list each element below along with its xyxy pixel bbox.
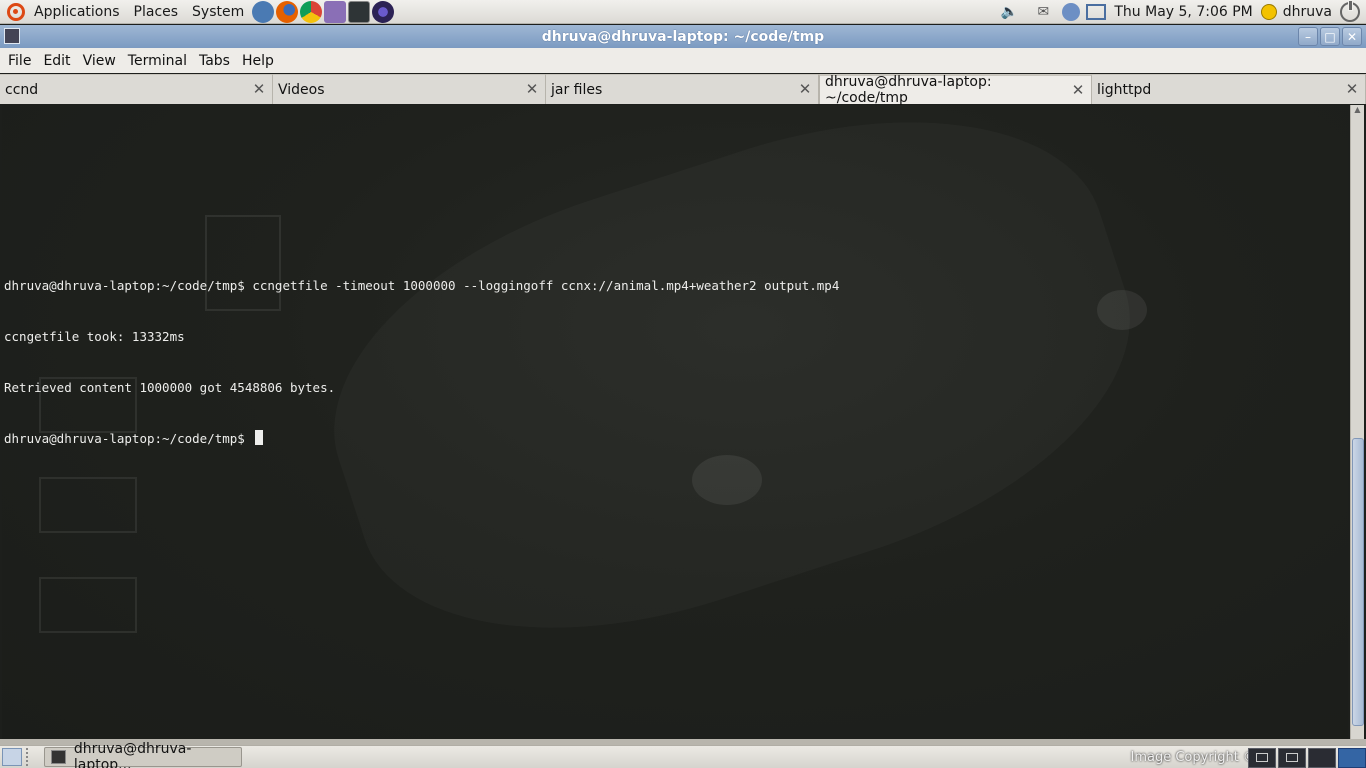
menubar: File Edit View Terminal Tabs Help xyxy=(0,48,1366,73)
eclipse-icon[interactable] xyxy=(372,0,395,23)
wallpaper-copyright: Image Copyright © xyxy=(1130,750,1257,765)
background-image xyxy=(1097,290,1147,330)
tab-dhruva-laptop[interactable]: dhruva@dhruva-laptop: ~/code/tmp ✕ xyxy=(819,74,1092,106)
ubuntu-logo-icon[interactable] xyxy=(7,2,25,21)
terminal-icon xyxy=(1256,753,1268,762)
tab-label: ccnd xyxy=(5,81,39,98)
background-image xyxy=(692,455,762,505)
places-menu[interactable]: Places xyxy=(127,0,186,24)
applications-menu[interactable]: Applications xyxy=(27,0,127,24)
minimize-button[interactable]: – xyxy=(1298,27,1318,46)
tab-ccnd[interactable]: ccnd ✕ xyxy=(0,74,273,104)
terminal-icon[interactable] xyxy=(348,0,371,23)
chrome-icon[interactable] xyxy=(300,0,323,23)
top-panel: Applications Places System 🔈 ✉ Thu May 5… xyxy=(0,0,1366,24)
terminal-icon xyxy=(1286,753,1298,762)
tab-label: lighttpd xyxy=(1097,81,1152,98)
background-image xyxy=(286,51,1178,699)
tab-close-icon[interactable]: ✕ xyxy=(1071,83,1085,98)
tab-close-icon[interactable]: ✕ xyxy=(798,82,812,97)
workspace-4[interactable] xyxy=(1338,747,1366,768)
scroll-thumb[interactable] xyxy=(1352,438,1364,726)
firefox-icon[interactable] xyxy=(276,0,299,23)
clock[interactable]: Thu May 5, 7:06 PM xyxy=(1114,4,1252,20)
tab-videos[interactable]: Videos ✕ xyxy=(273,74,546,104)
window-menu-icon[interactable] xyxy=(4,28,20,44)
tab-label: Videos xyxy=(278,81,325,98)
menu-edit[interactable]: Edit xyxy=(37,53,76,69)
user-switcher[interactable]: dhruva xyxy=(1260,4,1332,20)
network-icon[interactable] xyxy=(252,0,275,23)
system-menu[interactable]: System xyxy=(185,0,251,24)
background-image xyxy=(205,215,281,311)
pidgin-icon[interactable] xyxy=(324,0,347,23)
terminal-prompt: dhruva@dhruva-laptop:~/code/tmp$ xyxy=(4,431,253,446)
workspace-1[interactable] xyxy=(1248,747,1276,768)
user-name: dhruva xyxy=(1282,4,1332,20)
terminal-scrollbar[interactable]: ▲ xyxy=(1350,105,1364,739)
network-status-icon[interactable] xyxy=(1086,4,1107,20)
taskbar-window-terminal[interactable]: dhruva@dhruva-laptop... xyxy=(44,741,242,768)
workspace-2[interactable] xyxy=(1278,747,1306,768)
maximize-button[interactable]: □ xyxy=(1320,27,1340,46)
tab-jar-files[interactable]: jar files ✕ xyxy=(546,74,819,104)
menu-help[interactable]: Help xyxy=(236,53,280,69)
tab-close-icon[interactable]: ✕ xyxy=(252,82,266,97)
volume-icon[interactable]: 🔈 xyxy=(998,3,1020,21)
taskbar-window-label: dhruva@dhruva-laptop... xyxy=(73,741,192,768)
window-titlebar[interactable]: dhruva@dhruva-laptop: ~/code/tmp – □ ✕ xyxy=(0,25,1366,48)
taskbar-handle[interactable] xyxy=(26,748,36,766)
show-desktop-button[interactable] xyxy=(2,748,22,766)
bottom-panel: dhruva@dhruva-laptop... Image Copyright … xyxy=(0,741,1366,768)
power-icon[interactable] xyxy=(1340,0,1360,22)
text-cursor xyxy=(255,430,264,445)
background-image xyxy=(39,377,137,433)
close-button[interactable]: ✕ xyxy=(1342,27,1362,46)
tab-bar: ccnd ✕ Videos ✕ jar files ✕ dhruva@dhruv… xyxy=(0,74,1366,106)
background-image xyxy=(39,477,137,533)
window-title: dhruva@dhruva-laptop: ~/code/tmp xyxy=(541,28,825,45)
mail-icon[interactable]: ✉ xyxy=(1032,3,1054,21)
background-image xyxy=(39,577,137,633)
menu-tabs[interactable]: Tabs xyxy=(193,53,236,69)
tab-close-icon[interactable]: ✕ xyxy=(525,82,539,97)
scroll-up-icon[interactable]: ▲ xyxy=(1351,105,1364,119)
menu-file[interactable]: File xyxy=(0,53,37,69)
tab-close-icon[interactable]: ✕ xyxy=(1345,82,1359,97)
user-icon xyxy=(1260,4,1277,20)
terminal-icon xyxy=(51,750,66,764)
tab-lighttpd[interactable]: lighttpd ✕ xyxy=(1092,74,1366,104)
terminal-output[interactable]: dhruva@dhruva-laptop:~/code/tmp$ ccngetf… xyxy=(2,51,1348,739)
menu-terminal[interactable]: Terminal xyxy=(122,53,193,69)
menu-view[interactable]: View xyxy=(77,53,122,69)
tab-label: jar files xyxy=(551,81,603,98)
tab-label: dhruva@dhruva-laptop: ~/code/tmp xyxy=(825,74,992,106)
workspace-3[interactable] xyxy=(1308,747,1336,768)
update-icon[interactable] xyxy=(1062,3,1081,21)
